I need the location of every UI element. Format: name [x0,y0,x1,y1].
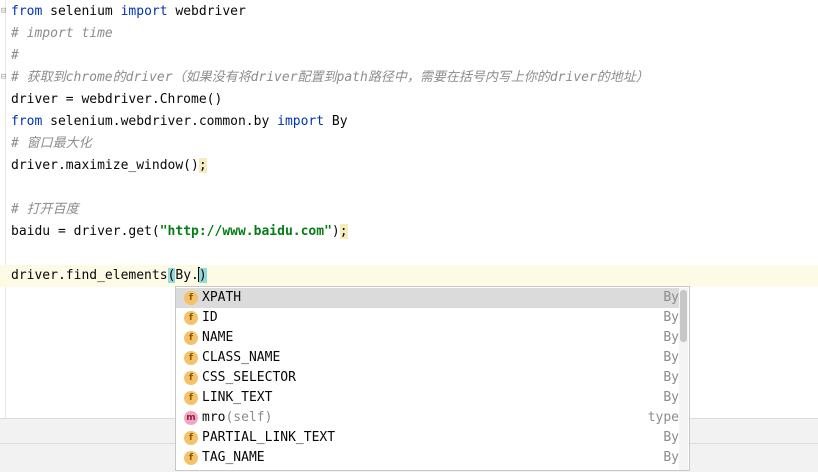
completion-item-name: ID [202,310,218,325]
keyword: import [277,114,325,129]
completion-item-type: By [663,390,679,405]
code-line-13[interactable]: driver.find_elements(By.) [11,265,207,287]
code-text: webdriver [167,4,246,19]
completion-item-type: By [663,370,679,385]
field-icon: f [184,291,198,305]
completion-item-type: By [663,310,679,325]
code-text: driver = webdriver.Chrome() [11,92,223,107]
semicolon-warning[interactable]: ; [339,224,348,239]
completion-item[interactable]: f NAME By [176,328,679,348]
code-line-11[interactable]: baidu = driver.get("http://www.baidu.com… [11,221,348,243]
method-icon: m [184,411,198,425]
completion-item[interactable]: f LINK_TEXT By [176,388,679,408]
comment-text: # import time [11,26,113,41]
completion-item-name: TAG_NAME [202,450,265,465]
completion-item-name: CLASS_NAME [202,350,281,365]
completion-item-name: XPATH [202,290,242,305]
completion-item-name: PARTIAL_LINK_TEXT [202,430,336,445]
code-line-4[interactable]: # 获取到chrome的driver（如果没有将driver配置到path路径中… [11,67,649,89]
completion-item-type: By [663,430,679,445]
code-text: ) [331,224,340,239]
completion-item[interactable]: f ID By [176,308,679,328]
comment-text: # 打开百度 [11,202,79,217]
code-text: baidu = driver.get( [11,224,160,239]
completion-item-type: By [663,350,679,365]
field-icon: f [184,451,198,465]
field-icon: f [184,371,198,385]
completion-item-type: By [663,330,679,345]
completion-item[interactable]: m mro(self) type [176,408,679,428]
comment-text: # [11,48,19,63]
string-literal: "http://www.baidu.com" [159,224,332,239]
field-icon: f [184,311,198,325]
completion-item-type: By [663,290,679,305]
keyword: import [120,4,168,19]
code-text: By. [175,268,199,283]
completion-item[interactable]: f XPATH By [176,288,679,308]
code-line-2[interactable]: # import time [11,23,113,45]
fold-end-icon[interactable]: ⊟ [1,72,9,82]
comment-text: # 获取到chrome的driver（如果没有将driver配置到path路径中… [11,70,649,85]
autocomplete-popup[interactable]: f XPATH By f ID By f NAME By f CLASS_NAME By f CSS_SE… [175,286,690,471]
completion-item-name: mro(self) [202,410,273,425]
completion-item-name: NAME [202,330,234,345]
field-icon: f [184,351,198,365]
code-line-7[interactable]: # 窗口最大化 [11,133,92,155]
completion-item-name: CSS_SELECTOR [202,370,296,385]
code-line-10[interactable]: # 打开百度 [11,199,79,221]
gutter [5,0,6,418]
comment-text: # 窗口最大化 [11,136,92,151]
field-icon: f [184,431,198,445]
completion-item-type: type [647,410,679,425]
completion-item-name: LINK_TEXT [202,390,273,405]
code-line-6[interactable]: from selenium.webdriver.common.by import… [11,111,348,133]
completion-item-type: By [663,450,679,465]
code-text: driver.maximize_window() [11,158,199,173]
field-icon: f [184,331,198,345]
code-line-3[interactable]: # [11,45,19,67]
code-text: selenium [42,4,121,19]
code-text: By [324,114,348,129]
code-text: driver.find_elements [11,268,168,283]
popup-scroll-thumb[interactable] [680,290,687,342]
code-line-8[interactable]: driver.maximize_window(); [11,155,207,177]
completion-item[interactable]: f CLASS_NAME By [176,348,679,368]
keyword: from [11,114,43,129]
completion-item[interactable]: f TAG_NAME By [176,448,679,468]
code-line-5[interactable]: driver = webdriver.Chrome() [11,89,222,111]
code-text: selenium.webdriver.common.by [42,114,278,129]
completion-item[interactable]: f PARTIAL_LINK_TEXT By [176,428,679,448]
semicolon-warning[interactable]: ; [198,158,207,173]
popup-scrollbar[interactable] [679,288,688,470]
completion-item[interactable]: f CSS_SELECTOR By [176,368,679,388]
field-icon: f [184,391,198,405]
keyword: from [11,4,43,19]
fold-start-icon[interactable]: ⊟ [1,6,9,16]
code-line-1[interactable]: from selenium import webdriver [11,1,246,23]
